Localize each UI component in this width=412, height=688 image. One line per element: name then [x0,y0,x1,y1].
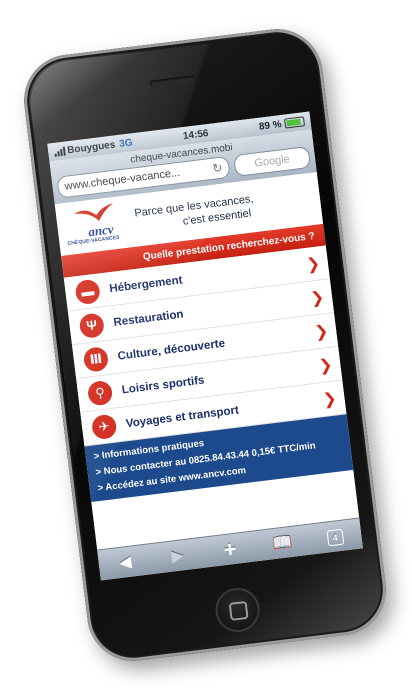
forward-icon[interactable]: ▶ [162,544,194,568]
category-menu: ▬ Hébergement ❯ Ψ Restauration ❯ Ⅲ Cultu… [63,245,347,447]
tabs-count: 4 [326,528,344,547]
iphone-device: Bouygues 3G 14:56 89 % cheque-vacances.m… [18,23,392,667]
clock: 14:56 [182,127,210,142]
home-square-icon [228,600,249,621]
add-bookmark-icon[interactable]: + [214,535,247,564]
reload-icon[interactable]: ↻ [212,161,224,176]
network-type: 3G [118,136,134,150]
bookmarks-icon[interactable]: 📖 [266,531,298,555]
bicycle-icon: ⚲ [86,379,114,407]
tabs-button[interactable]: 4 [319,526,351,548]
battery-icon [284,116,306,129]
chevron-right-icon: ❯ [309,288,326,308]
fork-knife-icon: Ψ [78,311,106,339]
airplane-icon: ✈ [90,413,118,440]
back-icon[interactable]: ◀ [109,551,141,575]
phone-screen: Bouygues 3G 14:56 89 % cheque-vacances.m… [47,111,363,581]
tagline: Parce que les vacances, c'est essentiel [134,192,256,234]
chevron-right-icon: ❯ [322,389,338,409]
signal-icon [54,146,66,157]
chevron-right-icon: ❯ [305,254,321,274]
chevron-right-icon: ❯ [317,356,334,375]
ancv-logo[interactable]: ancv CHÈQUE-VACANCES [63,200,128,251]
museum-icon: Ⅲ [82,345,110,373]
bed-icon: ▬ [74,278,101,305]
chevron-right-icon: ❯ [313,322,330,341]
battery-percent: 89 % [258,118,283,133]
